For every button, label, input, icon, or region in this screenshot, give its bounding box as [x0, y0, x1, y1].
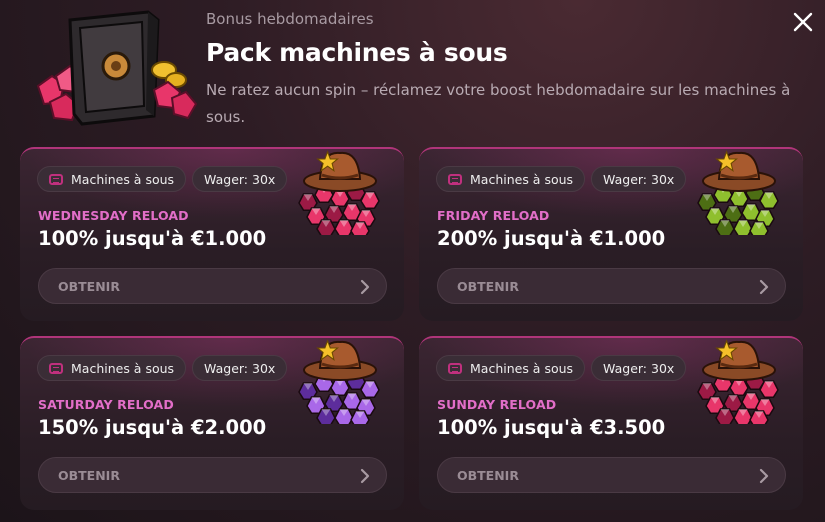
- slot-machine-icon: [49, 362, 63, 374]
- chevron-right-icon: [360, 468, 370, 484]
- claim-button[interactable]: OBTENIR: [38, 457, 387, 493]
- reload-day-label: WEDNESDAY RELOAD: [38, 208, 189, 223]
- bonus-card-wednesday: Machines à sous Wager: 30x WEDNESDAY REL…: [20, 147, 404, 321]
- wager-tag: Wager: 30x: [591, 166, 687, 192]
- bonus-header: Bonus hebdomadaires Pack machines à sous…: [0, 0, 825, 140]
- category-tag: Machines à sous: [37, 355, 187, 381]
- claim-button[interactable]: OBTENIR: [437, 457, 786, 493]
- page-description: Ne ratez aucun spin – réclamez votre boo…: [206, 81, 791, 126]
- category-tag-label: Machines à sous: [470, 360, 574, 376]
- claim-button-label: OBTENIR: [58, 468, 120, 483]
- bonus-amount: 100% jusqu'à €1.000: [38, 227, 267, 250]
- close-icon[interactable]: [792, 11, 814, 33]
- claim-button[interactable]: OBTENIR: [437, 268, 786, 304]
- cowboy-hat-gems-icon: [298, 339, 380, 424]
- wager-tag: Wager: 30x: [591, 355, 687, 381]
- slot-machine-icon: [448, 362, 462, 374]
- claim-button-label: OBTENIR: [58, 279, 120, 294]
- category-tag: Machines à sous: [436, 166, 586, 192]
- bonus-amount: 100% jusqu'à €3.500: [437, 416, 666, 439]
- cowboy-hat-gems-icon: [697, 339, 779, 424]
- chevron-right-icon: [759, 279, 769, 295]
- category-tag-label: Machines à sous: [470, 171, 574, 187]
- section-kicker: Bonus hebdomadaires: [206, 10, 374, 28]
- claim-button-label: OBTENIR: [457, 279, 519, 294]
- wager-tag: Wager: 30x: [192, 166, 288, 192]
- wager-tag-label: Wager: 30x: [603, 171, 675, 187]
- chevron-right-icon: [360, 279, 370, 295]
- category-tag: Machines à sous: [37, 166, 187, 192]
- category-tag: Machines à sous: [436, 355, 586, 381]
- bonus-amount: 150% jusqu'à €2.000: [38, 416, 267, 439]
- bonus-card-sunday: Machines à sous Wager: 30x SUNDAY RELOAD…: [419, 336, 803, 510]
- category-tag-label: Machines à sous: [71, 360, 175, 376]
- claim-button-label: OBTENIR: [457, 468, 519, 483]
- bonus-amount: 200% jusqu'à €1.000: [437, 227, 666, 250]
- bonus-card-saturday: Machines à sous Wager: 30x SATURDAY RELO…: [20, 336, 404, 510]
- safe-icon: [36, 10, 198, 126]
- cowboy-hat-gems-icon: [697, 150, 779, 235]
- wager-tag-label: Wager: 30x: [204, 171, 276, 187]
- claim-button[interactable]: OBTENIR: [38, 268, 387, 304]
- reload-day-label: SUNDAY RELOAD: [437, 397, 557, 412]
- cowboy-hat-gems-icon: [298, 150, 380, 235]
- reload-day-label: FRIDAY RELOAD: [437, 208, 550, 223]
- chevron-right-icon: [759, 468, 769, 484]
- reload-day-label: SATURDAY RELOAD: [38, 397, 174, 412]
- slot-machine-icon: [448, 173, 462, 185]
- bonus-card-friday: Machines à sous Wager: 30x FRIDAY RELOAD…: [419, 147, 803, 321]
- page-title: Pack machines à sous: [206, 38, 508, 67]
- category-tag-label: Machines à sous: [71, 171, 175, 187]
- wager-tag: Wager: 30x: [192, 355, 288, 381]
- slot-machine-icon: [49, 173, 63, 185]
- wager-tag-label: Wager: 30x: [204, 360, 276, 376]
- wager-tag-label: Wager: 30x: [603, 360, 675, 376]
